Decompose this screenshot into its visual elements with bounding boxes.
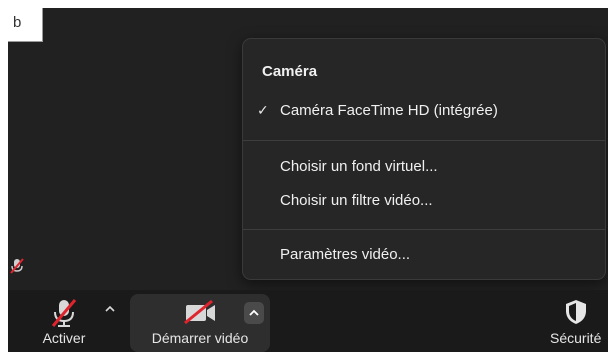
menu-separator — [243, 140, 605, 141]
chevron-up-icon — [105, 305, 115, 312]
camera-menu: Caméra ✓ Caméra FaceTime HD (intégrée) C… — [242, 38, 606, 280]
meeting-window: b Caméra ✓ Caméra FaceTime HD (intégrée)… — [8, 8, 608, 352]
audio-options-button[interactable] — [104, 304, 118, 318]
shield-icon — [566, 300, 586, 324]
start-video-label: Démarrer vidéo — [151, 330, 249, 346]
menu-item-video-filter[interactable]: Choisir un filtre vidéo... — [280, 192, 433, 209]
chevron-up-icon — [249, 309, 259, 316]
security-button[interactable]: Sécurité — [536, 290, 608, 352]
panel-label: b — [8, 8, 43, 42]
camera-off-icon — [184, 299, 215, 325]
microphone-muted-icon — [51, 299, 77, 327]
unmute-button[interactable]: Activer — [26, 290, 102, 352]
checkmark-icon: ✓ — [257, 102, 269, 118]
video-area: b Caméra ✓ Caméra FaceTime HD (intégrée)… — [8, 8, 608, 290]
video-options-button[interactable] — [244, 302, 264, 324]
unmute-label: Activer — [42, 330, 86, 346]
menu-separator — [243, 229, 605, 230]
menu-item-facetime-camera[interactable]: Caméra FaceTime HD (intégrée) — [280, 102, 498, 119]
meeting-toolbar: Activer Démarrer vidéo Sécurité — [8, 290, 608, 352]
menu-item-virtual-background[interactable]: Choisir un fond virtuel... — [280, 158, 438, 175]
menu-item-video-settings[interactable]: Paramètres vidéo... — [280, 246, 410, 263]
muted-indicator-icon — [10, 258, 24, 274]
security-label: Sécurité — [550, 330, 602, 346]
menu-title: Caméra — [262, 63, 318, 80]
